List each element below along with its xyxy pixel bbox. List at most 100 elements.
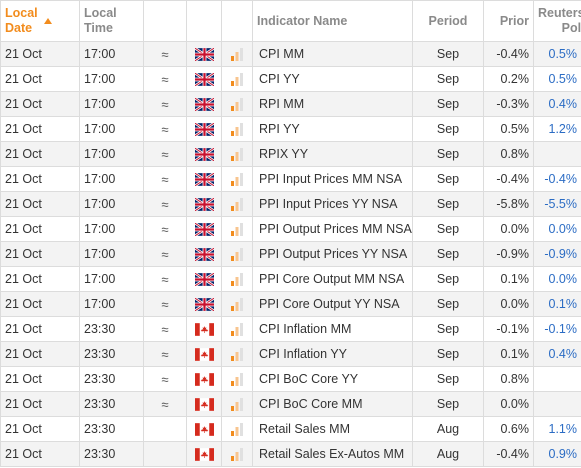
canada-flag-icon [186, 391, 222, 417]
approx-icon: ≈ [161, 46, 169, 62]
table-row[interactable]: 21 Oct 17:00 ≈ CPI YY Sep 0.2% 0.5% [0, 66, 581, 92]
local-time-cell: 17:00 [79, 191, 144, 217]
local-date-cell: 21 Oct [0, 191, 80, 217]
indicator-name-cell[interactable]: RPIX YY [252, 141, 413, 167]
indicator-name-cell[interactable]: PPI Core Output MM NSA [252, 266, 413, 292]
table-row[interactable]: 21 Oct 23:30 ≈ CPI Inflation YY Sep 0.1%… [0, 341, 581, 367]
table-row[interactable]: 21 Oct 17:00 ≈ PPI Output Prices MM NSA … [0, 216, 581, 242]
local-time-label: Local Time [84, 6, 117, 35]
reuters-poll-cell: 0.0% [533, 216, 581, 242]
table-row[interactable]: 21 Oct 23:30 Retail Sales Ex-Autos MM Au… [0, 441, 581, 467]
canada-flag-icon [186, 366, 222, 392]
importance-bars-icon [221, 366, 253, 392]
table-row[interactable]: 21 Oct 17:00 ≈ PPI Output Prices YY NSA … [0, 241, 581, 267]
approx-icon: ≈ [161, 296, 169, 312]
table-body: 21 Oct 17:00 ≈ CPI MM Sep -0.4% 0.5% 21 … [0, 41, 581, 467]
approx-icon: ≈ [161, 96, 169, 112]
indicator-name-cell[interactable]: PPI Input Prices MM NSA [252, 166, 413, 192]
local-date-cell: 21 Oct [0, 316, 80, 342]
local-time-cell: 17:00 [79, 216, 144, 242]
indicator-name-cell[interactable]: PPI Output Prices YY NSA [252, 241, 413, 267]
indicator-name-cell[interactable]: PPI Input Prices YY NSA [252, 191, 413, 217]
column-header-local-time[interactable]: Local Time [79, 0, 144, 42]
approx-icon: ≈ [161, 346, 169, 362]
indicator-name-cell[interactable]: CPI Inflation YY [252, 341, 413, 367]
table-row[interactable]: 21 Oct 17:00 ≈ PPI Core Output YY NSA Se… [0, 291, 581, 317]
period-cell: Sep [412, 116, 484, 142]
column-header-local-date[interactable]: Local Date [0, 0, 80, 42]
local-time-cell: 23:30 [79, 316, 144, 342]
local-date-cell: 21 Oct [0, 116, 80, 142]
prior-cell: 0.0% [483, 391, 534, 417]
local-date-cell: 21 Oct [0, 416, 80, 442]
period-cell: Sep [412, 41, 484, 67]
prior-cell: -0.1% [483, 316, 534, 342]
importance-bars-icon [221, 141, 253, 167]
indicator-name-cell[interactable]: RPI MM [252, 91, 413, 117]
column-header-prior[interactable]: Prior [483, 0, 534, 42]
column-header-indicator-name[interactable]: Indicator Name [252, 0, 413, 42]
prior-cell: 0.0% [483, 291, 534, 317]
reuters-poll-cell: 0.5% [533, 41, 581, 67]
table-row[interactable]: 21 Oct 17:00 ≈ PPI Core Output MM NSA Se… [0, 266, 581, 292]
local-time-cell: 17:00 [79, 291, 144, 317]
table-row[interactable]: 21 Oct 17:00 ≈ RPIX YY Sep 0.8% [0, 141, 581, 167]
approx-cell: ≈ [143, 266, 187, 292]
importance-bars-icon [221, 391, 253, 417]
prior-cell: 0.2% [483, 66, 534, 92]
uk-flag-icon [186, 91, 222, 117]
period-cell: Sep [412, 216, 484, 242]
local-date-cell: 21 Oct [0, 91, 80, 117]
reuters-poll-cell: 0.4% [533, 91, 581, 117]
importance-bars-icon [221, 316, 253, 342]
prior-cell: 0.6% [483, 416, 534, 442]
importance-bars-icon [221, 166, 253, 192]
indicator-name-cell[interactable]: Retail Sales Ex-Autos MM [252, 441, 413, 467]
reuters-poll-cell: 0.1% [533, 291, 581, 317]
approx-cell: ≈ [143, 91, 187, 117]
prior-cell: -0.3% [483, 91, 534, 117]
indicator-name-cell[interactable]: PPI Core Output YY NSA [252, 291, 413, 317]
local-date-cell: 21 Oct [0, 341, 80, 367]
approx-cell: ≈ [143, 216, 187, 242]
table-row[interactable]: 21 Oct 17:00 ≈ CPI MM Sep -0.4% 0.5% [0, 41, 581, 67]
local-time-cell: 17:00 [79, 241, 144, 267]
approx-cell: ≈ [143, 166, 187, 192]
table-row[interactable]: 21 Oct 17:00 ≈ PPI Input Prices MM NSA S… [0, 166, 581, 192]
approx-icon: ≈ [161, 221, 169, 237]
importance-bars-icon [221, 191, 253, 217]
column-header-period[interactable]: Period [412, 0, 484, 42]
table-row[interactable]: 21 Oct 17:00 ≈ PPI Input Prices YY NSA S… [0, 191, 581, 217]
reuters-poll-cell: -5.5% [533, 191, 581, 217]
period-label: Period [428, 13, 468, 28]
indicator-name-cell[interactable]: CPI BoC Core YY [252, 366, 413, 392]
uk-flag-icon [186, 66, 222, 92]
indicator-name-cell[interactable]: Retail Sales MM [252, 416, 413, 442]
approx-cell: ≈ [143, 116, 187, 142]
local-date-cell: 21 Oct [0, 266, 80, 292]
approx-cell: ≈ [143, 366, 187, 392]
local-time-cell: 23:30 [79, 341, 144, 367]
indicator-name-cell[interactable]: CPI YY [252, 66, 413, 92]
indicator-name-cell[interactable]: CPI Inflation MM [252, 316, 413, 342]
economic-calendar-table: Local Date Local Time Indicator Name Per… [0, 0, 581, 467]
table-row[interactable]: 21 Oct 23:30 ≈ CPI BoC Core MM Sep 0.0% [0, 391, 581, 417]
table-row[interactable]: 21 Oct 17:00 ≈ RPI MM Sep -0.3% 0.4% [0, 91, 581, 117]
indicator-name-cell[interactable]: RPI YY [252, 116, 413, 142]
prior-cell: 0.8% [483, 141, 534, 167]
table-row[interactable]: 21 Oct 23:30 Retail Sales MM Aug 0.6% 1.… [0, 416, 581, 442]
table-row[interactable]: 21 Oct 23:30 ≈ CPI BoC Core YY Sep 0.8% [0, 366, 581, 392]
indicator-name-cell[interactable]: CPI MM [252, 41, 413, 67]
importance-bars-icon [221, 416, 253, 442]
reuters-poll-cell: 0.5% [533, 66, 581, 92]
table-row[interactable]: 21 Oct 17:00 ≈ RPI YY Sep 0.5% 1.2% [0, 116, 581, 142]
indicator-name-cell[interactable]: CPI BoC Core MM [252, 391, 413, 417]
uk-flag-icon [186, 116, 222, 142]
prior-cell: 0.0% [483, 216, 534, 242]
period-cell: Sep [412, 266, 484, 292]
indicator-name-cell[interactable]: PPI Output Prices MM NSA [252, 216, 413, 242]
local-date-cell: 21 Oct [0, 141, 80, 167]
reuters-poll-cell: 1.2% [533, 116, 581, 142]
table-row[interactable]: 21 Oct 23:30 ≈ CPI Inflation MM Sep -0.1… [0, 316, 581, 342]
column-header-reuters-poll[interactable]: Reuters Poll [533, 0, 581, 42]
